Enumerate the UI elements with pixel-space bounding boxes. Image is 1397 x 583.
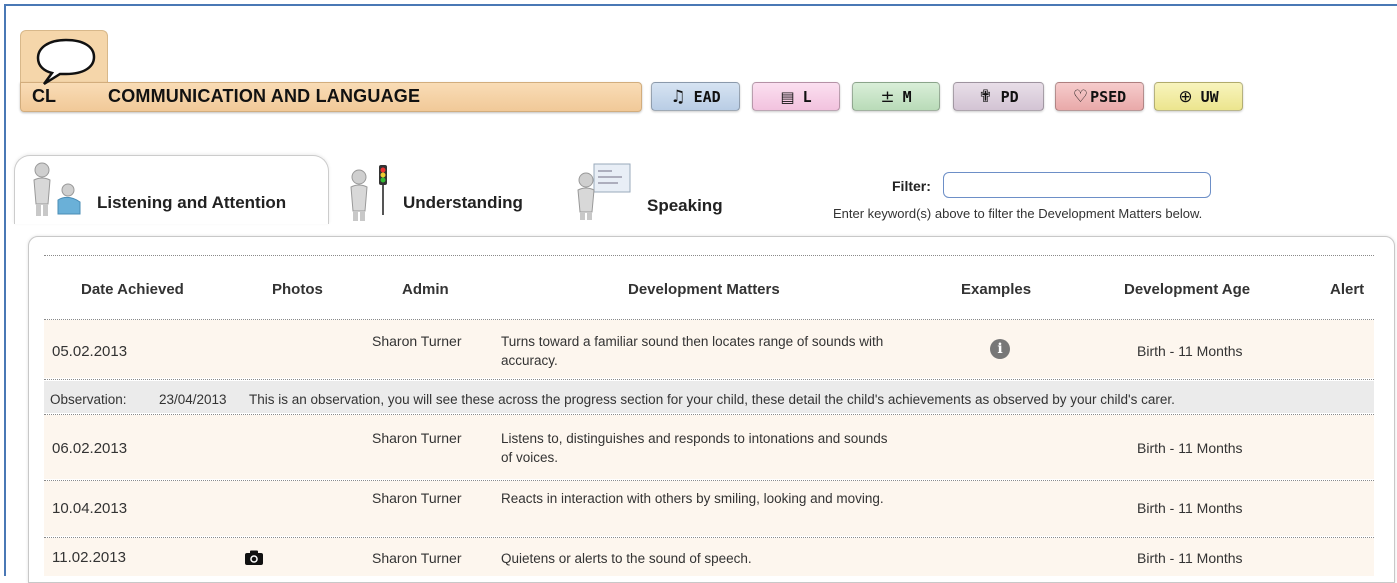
date-achieved: 10.04.2013 [52,500,128,517]
speech-bubble-icon [36,38,96,86]
traffic-light-figure-icon [350,165,387,221]
development-age: Birth - 11 Months [1137,550,1243,566]
admin-name: Sharon Turner [372,430,462,446]
development-matter: Reacts in interaction with others by smi… [501,491,884,506]
date-achieved: 11.02.2013 [52,549,126,566]
header-date-achieved: Date Achieved [81,281,184,298]
globe-icon: ⊕ [1178,86,1193,107]
admin-name: Sharon Turner [372,490,462,506]
running-figure-icon: ✟ [978,86,993,107]
area-button-label: M [902,87,912,106]
header-development-matters: Development Matters [628,281,780,298]
observation-date: 23/04/2013 [159,392,227,407]
listening-figure-icon [33,162,81,216]
filter-label: Filter: [892,178,931,194]
observation-label: Observation: [50,392,127,407]
area-button-m[interactable]: ± M [852,82,940,111]
area-button-uw[interactable]: ⊕ UW [1154,82,1243,111]
divider [44,379,1374,380]
music-note-icon: ♫ [670,86,686,107]
area-button-psed[interactable]: ♡ PSED [1055,82,1144,111]
area-button-label: PD [1000,87,1019,106]
area-button-label: UW [1200,87,1219,106]
filter-input[interactable] [943,172,1211,198]
info-icon[interactable]: i [990,339,1010,359]
divider [44,255,1374,256]
presenting-figure-icon [577,163,631,220]
area-button-label: EAD [693,87,721,106]
tab-speaking[interactable]: Speaking [647,196,723,216]
development-matter: Quietens or alerts to the sound of speec… [501,551,752,566]
category-title: COMMUNICATION AND LANGUAGE [108,86,421,106]
area-button-label: PSED [1090,87,1127,106]
area-button-label: L [802,87,812,106]
header-admin: Admin [402,281,449,298]
development-matter: Listens to, distinguishes and responds t… [501,431,888,465]
open-book-icon: ▤ [780,87,795,106]
tab-understanding[interactable]: Understanding [403,193,523,213]
admin-name: Sharon Turner [372,333,462,349]
filter-hint: Enter keyword(s) above to filter the Dev… [833,206,1203,221]
heart-icon: ♡ [1072,86,1089,107]
header-alert: Alert [1330,281,1365,298]
area-button-pd[interactable]: ✟ PD [953,82,1044,111]
admin-name: Sharon Turner [372,550,462,566]
area-button-l[interactable]: ▤ L [752,82,840,111]
development-age: Birth - 11 Months [1137,343,1243,359]
header-examples: Examples [961,281,1032,298]
date-achieved: 05.02.2013 [52,343,128,360]
observation-text: This is an observation, you will see the… [249,392,1175,407]
header-development-age: Development Age [1124,281,1251,298]
date-achieved: 06.02.2013 [52,440,128,457]
header-photos: Photos [272,281,323,298]
development-age: Birth - 11 Months [1137,500,1243,516]
development-age: Birth - 11 Months [1137,440,1243,456]
category-code: CL [32,86,56,106]
plus-minus-icon: ± [880,86,895,107]
subtab-label: Listening and Attention [97,193,287,212]
area-button-ead[interactable]: ♫ EAD [651,82,740,111]
camera-icon[interactable] [244,550,264,566]
development-matter: Turns toward a familiar sound then locat… [501,334,884,368]
